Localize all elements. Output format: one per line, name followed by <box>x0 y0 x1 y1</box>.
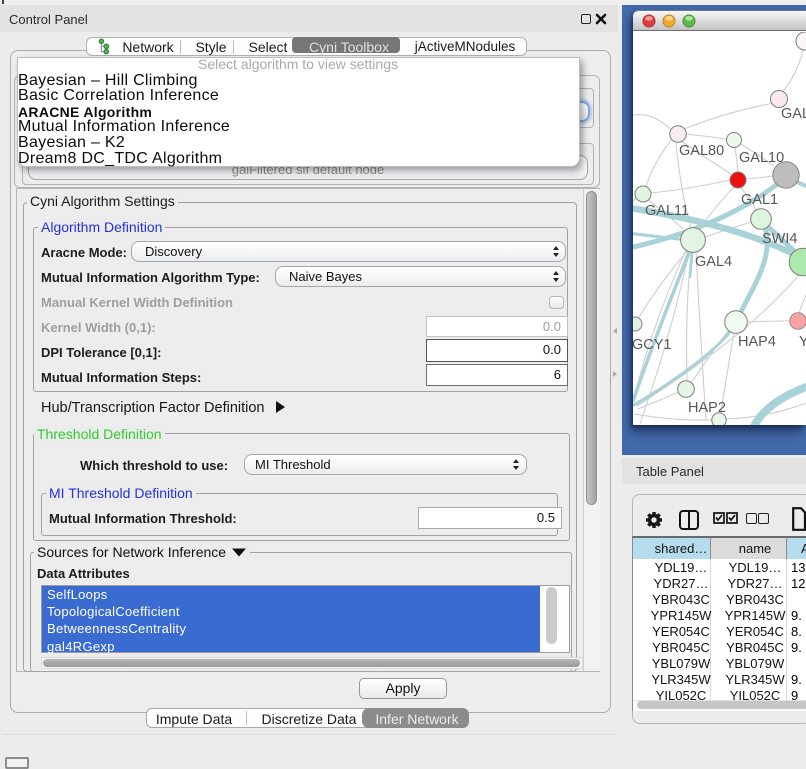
svg-text:GAL1: GAL1 <box>741 192 778 208</box>
svg-text:GAL4: GAL4 <box>695 254 732 270</box>
svg-text:GAL11: GAL11 <box>645 203 689 219</box>
svg-text:HAP2: HAP2 <box>688 400 726 416</box>
svg-text:GAL10: GAL10 <box>739 150 784 166</box>
svg-text:GAL7: GAL7 <box>781 106 806 122</box>
svg-text:GCY1: GCY1 <box>633 337 672 353</box>
svg-text:Y: Y <box>799 334 806 350</box>
svg-text:GAL80: GAL80 <box>679 143 724 159</box>
svg-text:HAP4: HAP4 <box>738 334 776 350</box>
svg-text:SWI4: SWI4 <box>762 231 797 247</box>
